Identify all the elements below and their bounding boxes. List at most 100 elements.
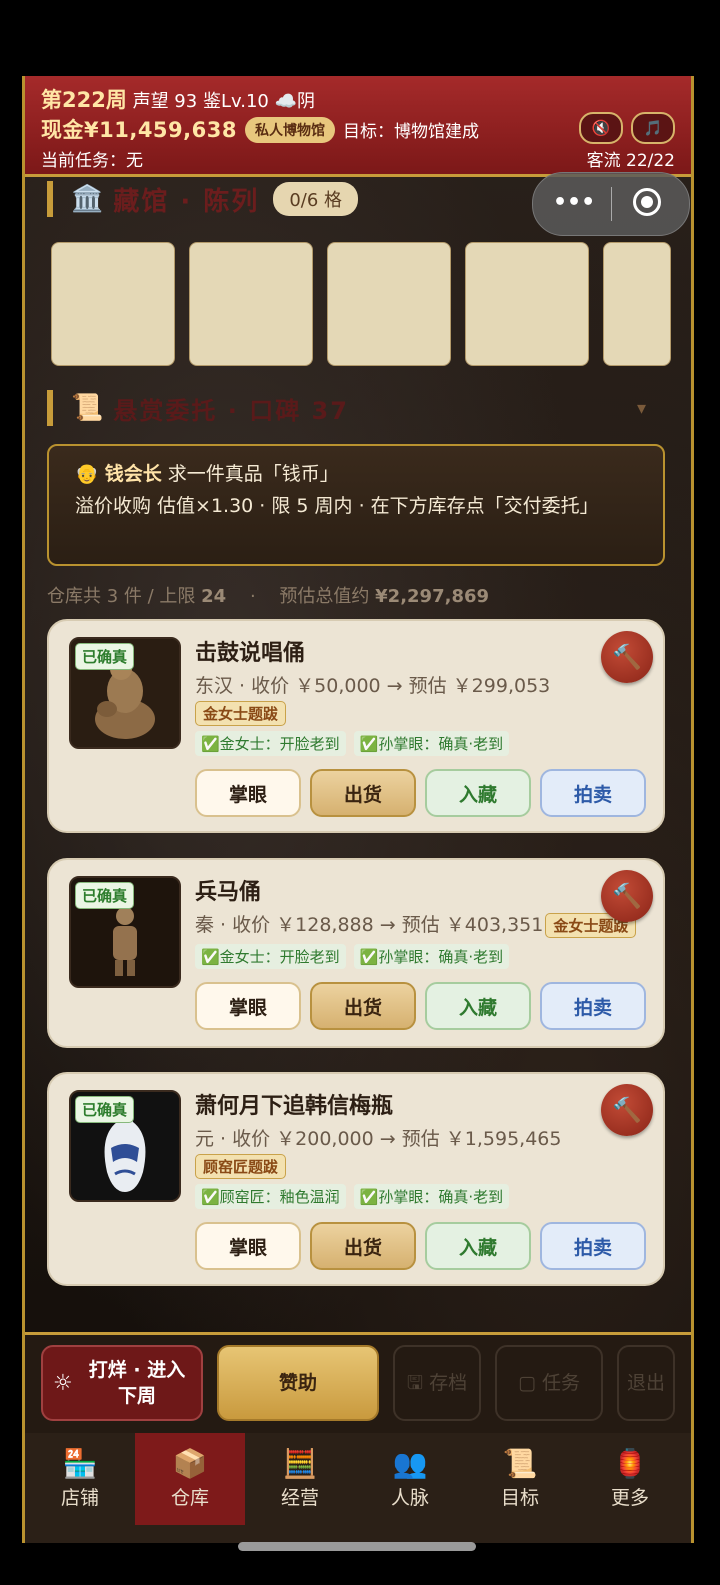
next-week-button[interactable]: ☼ 打烊 · 进入下周	[41, 1345, 203, 1421]
appraise-button[interactable]: 掌眼	[195, 769, 301, 817]
appraisal-level: 鉴Lv.10	[202, 91, 269, 112]
tab-label: 更多	[610, 1487, 649, 1509]
tab-operations[interactable]: 🧮 经营	[245, 1433, 355, 1525]
item-checks: ✅金女士：开脸老到 ✅孙掌眼：确真·老到	[195, 731, 517, 756]
warehouse-limit: 24	[201, 586, 227, 607]
lantern-icon: 🏮	[612, 1447, 648, 1480]
inscription-badge: 顾窑匠题跋	[195, 1154, 287, 1179]
hammer-icon: 🔨	[612, 643, 642, 671]
more-menu-icon[interactable]: •••	[553, 190, 595, 215]
item-name: 击鼓说唱俑	[195, 641, 306, 666]
bounty-request: 👴 钱会长 求一件真品「钱币」	[75, 458, 637, 490]
week-counter: 第222周	[41, 88, 127, 112]
item-price-info: 元 · 收价 ￥200,000 → 预估 ￥1,595,465	[195, 1128, 562, 1150]
expert-check: ✅孙掌眼：确真·老到	[353, 731, 510, 756]
item-card: 已确真 击鼓说唱俑 东汉 · 收价 ￥50,000 → 预估 ￥299,053 …	[47, 619, 665, 833]
miniprogram-capsule: •••	[532, 172, 690, 236]
bounty-terms: 溢价收购 估值×1.30 · 限 5 周内 · 在下方库存点「交付委托」	[75, 495, 599, 517]
display-slot[interactable]	[465, 242, 589, 366]
tab-label: 经营	[280, 1487, 319, 1509]
tab-goals[interactable]: 📜 目标	[465, 1433, 575, 1525]
capsule-divider	[611, 187, 612, 221]
display-slot[interactable]	[189, 242, 313, 366]
sell-button[interactable]: 出货	[310, 982, 416, 1030]
appraise-button[interactable]: 掌眼	[195, 1222, 301, 1270]
collect-button[interactable]: 入藏	[425, 769, 531, 817]
warehouse-icon: 📦	[172, 1447, 208, 1480]
auction-hammer-button[interactable]: 🔨	[601, 870, 653, 922]
bottom-tab-bar: 🏪 店铺 📦 仓库 🧮 经营 👥 人脉 📜 目标 🏮 更多	[25, 1433, 691, 1543]
total-value: ¥2,297,869	[375, 586, 490, 607]
item-card: 已确真 兵马俑 秦 · 收价 ￥128,888 → 预估 ￥403,351 金女…	[47, 858, 665, 1048]
expert-check: ✅孙掌眼：确真·老到	[353, 1184, 510, 1209]
item-thumbnail[interactable]: 已确真	[69, 876, 181, 988]
save-icon: 🖫	[406, 1372, 424, 1394]
sponsor-button[interactable]: 赞助	[217, 1345, 379, 1421]
next-week-label: 打烊 · 进入下周	[88, 1359, 186, 1407]
gallery-capacity: 0/6 格	[273, 182, 359, 216]
collect-button[interactable]: 入藏	[425, 982, 531, 1030]
tab-label: 店铺	[60, 1487, 99, 1509]
item-price-info: 东汉 · 收价 ￥50,000 → 预估 ￥299,053	[195, 675, 551, 697]
scroll-icon: 📜	[502, 1447, 538, 1480]
item-seal-row: 金女士题跋	[195, 701, 287, 726]
mute-button[interactable]: 🔇	[579, 112, 623, 144]
hammer-icon: 🔨	[612, 1096, 642, 1124]
save-button[interactable]: 🖫 存档	[393, 1345, 481, 1421]
music-button[interactable]: 🎵	[631, 112, 675, 144]
tab-warehouse[interactable]: 📦 仓库	[135, 1433, 245, 1525]
sell-button[interactable]: 出货	[310, 769, 416, 817]
auction-button[interactable]: 拍卖	[540, 1222, 646, 1270]
goal-text: 目标：博物馆建成	[342, 122, 479, 142]
hammer-icon: 🔨	[612, 882, 642, 910]
item-thumbnail[interactable]: 已确真	[69, 1090, 181, 1202]
museum-badge[interactable]: 私人博物馆	[244, 117, 335, 143]
expert-check: ✅金女士：开脸老到	[195, 944, 346, 969]
appraise-button[interactable]: 掌眼	[195, 982, 301, 1030]
abacus-icon: 🧮	[282, 1447, 318, 1480]
status-header: 第222周 声望 93 鉴Lv.10 ☁️阴 现金¥11,459,638 私人博物…	[25, 76, 691, 177]
tab-label: 目标	[500, 1487, 539, 1509]
display-slot[interactable]	[327, 242, 451, 366]
item-checks: ✅顾窑匠：釉色温润 ✅孙掌眼：确真·老到	[195, 1184, 517, 1209]
verified-badge: 已确真	[75, 882, 135, 909]
sun-icon: ☼	[53, 1371, 73, 1396]
tab-label: 仓库	[170, 1487, 209, 1509]
current-task: 当前任务：无	[41, 151, 143, 171]
tab-more[interactable]: 🏮 更多	[575, 1433, 685, 1525]
tab-connections[interactable]: 👥 人脉	[355, 1433, 465, 1525]
summary-separator: ·	[249, 586, 256, 607]
collect-button[interactable]: 入藏	[425, 1222, 531, 1270]
scroll-icon: 📜	[71, 393, 104, 423]
close-target-icon[interactable]	[633, 188, 661, 216]
home-indicator[interactable]	[238, 1542, 476, 1551]
item-thumbnail[interactable]: 已确真	[69, 637, 181, 749]
display-slot[interactable]	[51, 242, 175, 366]
task-icon: ▢	[517, 1372, 536, 1394]
auction-button[interactable]: 拍卖	[540, 982, 646, 1030]
music-icon: 🎵	[643, 119, 663, 137]
sell-button[interactable]: 出货	[310, 1222, 416, 1270]
item-price-info: 秦 · 收价 ￥128,888 → 预估 ￥403,351 金女士题跋	[195, 910, 637, 938]
reputation: 声望 93	[132, 91, 198, 112]
weather: ☁️阴	[274, 91, 316, 112]
item-card: 已确真 萧何月下追韩信梅瓶 元 · 收价 ￥200,000 → 预估 ￥1,59…	[47, 1072, 665, 1286]
bounty-requester: 钱会长	[104, 463, 162, 485]
save-label: 存档	[429, 1372, 468, 1394]
shop-icon: 🏪	[62, 1447, 98, 1480]
visitor-flow: 客流 22/22	[586, 151, 675, 171]
display-slot[interactable]	[603, 242, 671, 366]
chevron-down-icon[interactable]: ▾	[637, 398, 646, 419]
verified-badge: 已确真	[75, 1096, 135, 1123]
auction-hammer-button[interactable]: 🔨	[601, 1084, 653, 1136]
cash-amount: 现金¥11,459,638	[41, 118, 237, 142]
tab-shop[interactable]: 🏪 店铺	[25, 1433, 135, 1525]
tasks-button[interactable]: ▢ 任务	[495, 1345, 603, 1421]
bounty-section-title[interactable]: 📜 悬赏委托 · 口碑 37 ▾	[47, 390, 646, 426]
tasks-label: 任务	[541, 1372, 580, 1394]
exit-button[interactable]: 退出	[617, 1345, 675, 1421]
game-window: 第222周 声望 93 鉴Lv.10 ☁️阴 现金¥11,459,638 私人博物…	[22, 76, 694, 1543]
auction-hammer-button[interactable]: 🔨	[601, 631, 653, 683]
bounty-request-text: 求一件真品「钱币」	[167, 463, 339, 485]
auction-button[interactable]: 拍卖	[540, 769, 646, 817]
